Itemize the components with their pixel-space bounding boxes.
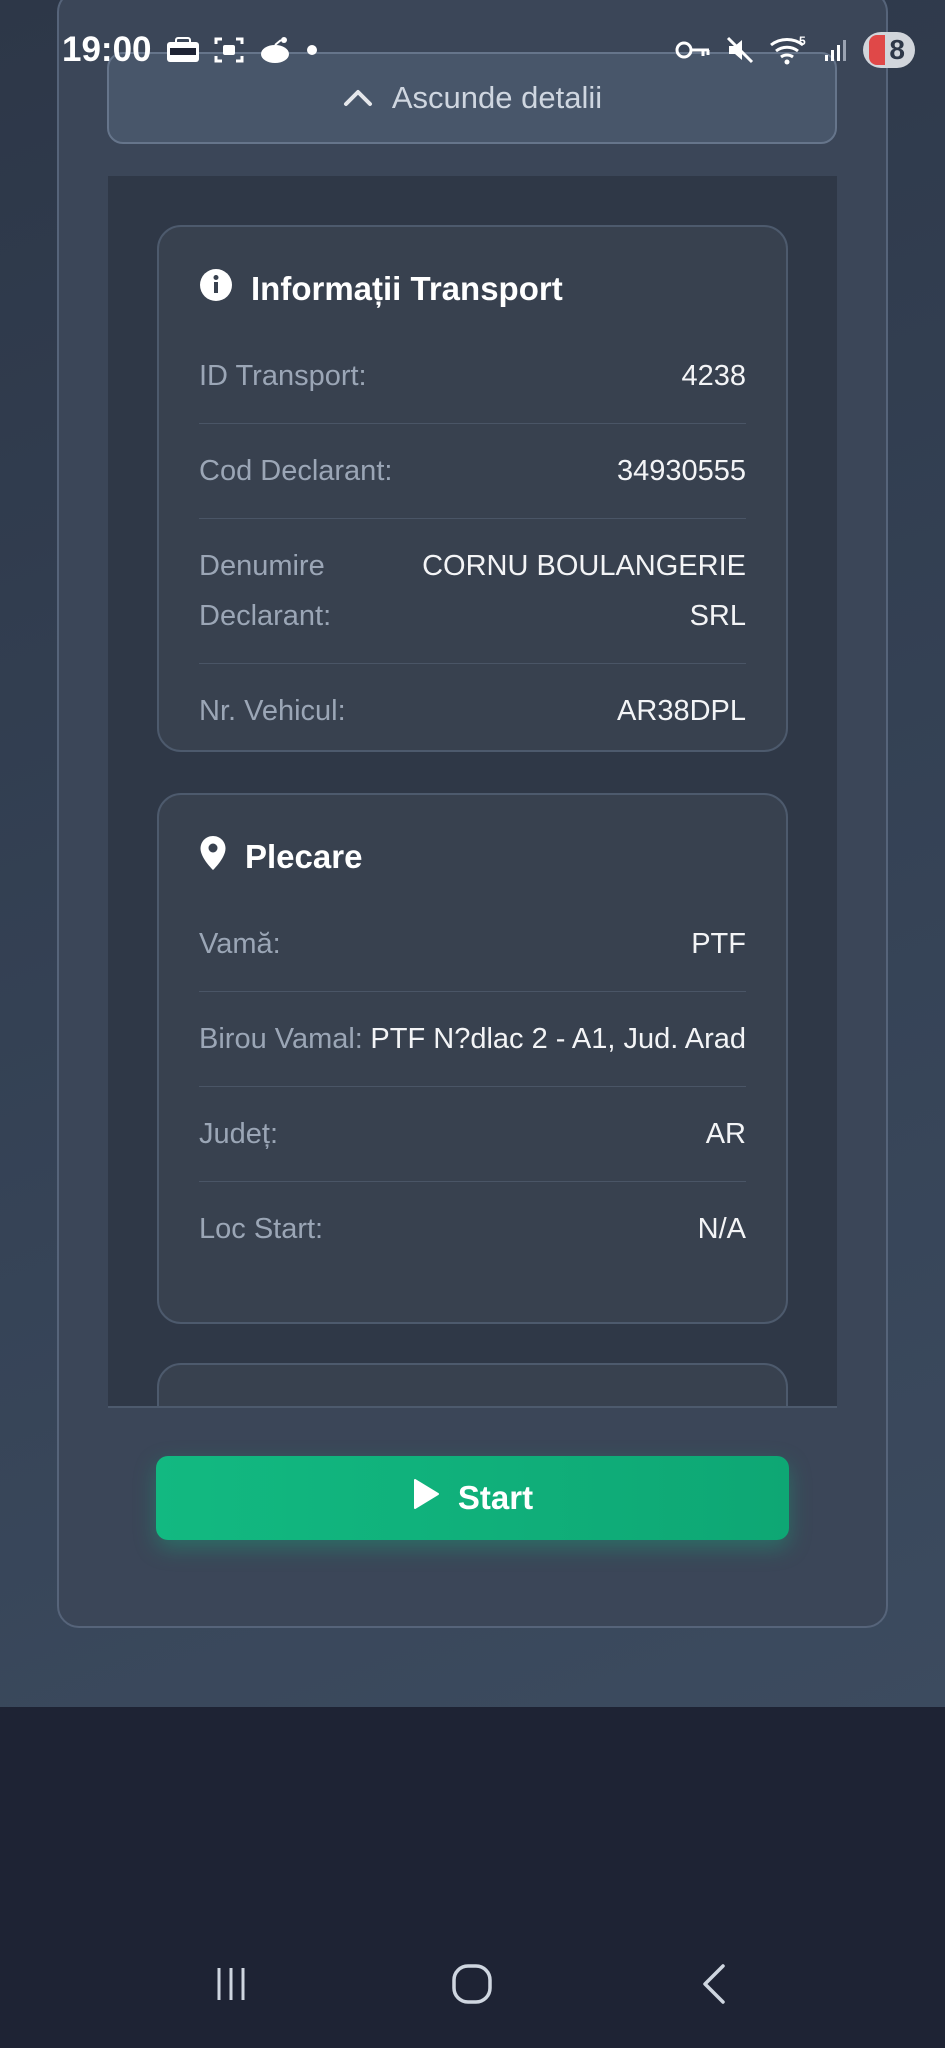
row-value: AR38DPL [617, 695, 746, 727]
mute-icon [725, 35, 755, 65]
info-row-id-transport: ID Transport: 4238 [199, 329, 746, 424]
start-button-label: Start [457, 1479, 534, 1516]
row-value: 34930555 [616, 455, 746, 487]
info-row-vama: Vamă: PTF [199, 897, 746, 992]
row-value: AR [705, 1118, 746, 1150]
system-nav-bar [0, 1920, 945, 2048]
departure-card-header: Plecare [199, 827, 746, 887]
back-button[interactable] [674, 1944, 754, 2024]
reddit-icon [258, 36, 292, 64]
row-label: Birou Vamal: [199, 1023, 363, 1055]
svg-text:5: 5 [799, 35, 806, 48]
battery-percent: 8 [889, 34, 905, 65]
row-label: ID Transport: [199, 360, 367, 392]
battery-indicator: 8 [863, 32, 915, 68]
battery-level-icon [869, 35, 886, 65]
info-row-cod-declarant: Cod Declarant: 34930555 [199, 424, 746, 519]
signal-icon [823, 37, 849, 63]
start-button[interactable]: Start [156, 1456, 789, 1540]
row-value: N/A [697, 1213, 746, 1245]
transport-info-card: Informații Transport ID Transport: 4238 … [157, 225, 788, 752]
row-label: Nr. Vehicul: [199, 695, 346, 727]
key-icon [675, 40, 711, 60]
notification-dot-icon [306, 44, 318, 56]
departure-card: Plecare Vamă: PTF Birou Vamal: PTF N?dla… [157, 793, 788, 1324]
departure-card-title: Plecare [245, 838, 363, 875]
info-row-judet: Județ: AR [199, 1087, 746, 1182]
action-footer: Start [108, 1406, 837, 1588]
row-value: PTF [691, 928, 746, 960]
emag-app-icon [166, 37, 200, 63]
row-value: CORNU BOULANGERIE SRL [422, 550, 746, 632]
info-row-nr-vehicul: Nr. Vehicul: AR38DPL [199, 664, 746, 758]
row-label: Județ: [199, 1118, 278, 1150]
play-icon [412, 1478, 440, 1518]
row-label: Loc Start: [199, 1213, 324, 1245]
row-value: 4238 [681, 360, 746, 392]
info-row-loc-start: Loc Start: N/A [199, 1182, 746, 1276]
status-time: 19:00 [62, 30, 152, 69]
row-label: Cod Declarant: [199, 455, 393, 487]
transport-card-header: Informații Transport [199, 259, 746, 319]
status-bar: 19:00 5 8 [0, 0, 945, 100]
info-row-denumire-declarant: Denumire Declarant: CORNU BOULANGERIE SR… [199, 519, 746, 664]
row-label: Denumire Declarant: [199, 550, 332, 632]
row-value: PTF N?dlac 2 - A1, Jud. Arad [370, 1023, 746, 1055]
transport-card-title: Informații Transport [251, 270, 563, 307]
details-scroll-area[interactable]: Informații Transport ID Transport: 4238 … [108, 176, 837, 1406]
row-label: Vamă: [199, 928, 281, 960]
home-button[interactable] [432, 1944, 512, 2024]
next-card-partial [157, 1363, 788, 1406]
recent-apps-button[interactable] [191, 1944, 271, 2024]
info-icon [199, 268, 233, 310]
screenshot-icon [214, 36, 244, 64]
info-row-birou-vamal: Birou Vamal: PTF N?dlac 2 - A1, Jud. Ara… [199, 992, 746, 1087]
location-pin-icon [199, 835, 227, 879]
wifi-icon: 5 [769, 35, 809, 65]
